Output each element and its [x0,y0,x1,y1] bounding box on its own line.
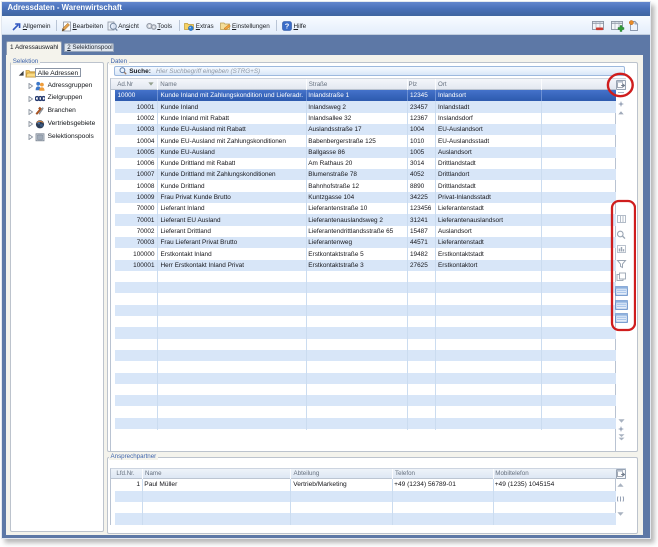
svg-text:?: ? [285,21,290,30]
